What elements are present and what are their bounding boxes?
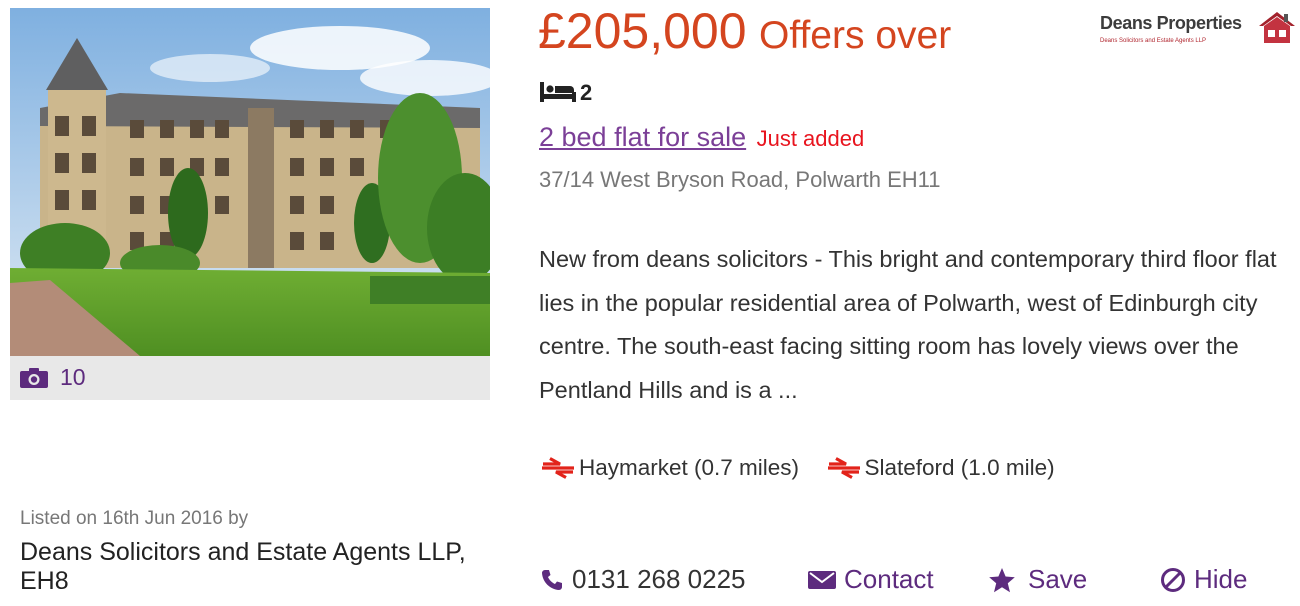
price-amount: £205,000 — [538, 3, 747, 59]
phone-number: 0131 268 0225 — [572, 564, 746, 594]
property-photo[interactable] — [10, 8, 490, 356]
national-rail-icon — [827, 457, 860, 479]
station-label: Slateford (1.0 mile) — [864, 455, 1055, 480]
phone-button[interactable]: 0131 268 0225 — [540, 564, 746, 595]
property-photo-illustration — [10, 8, 490, 356]
phone-icon — [542, 569, 562, 590]
nearby-stations: Haymarket (0.7 miles) Slateford (1.0 mil… — [540, 455, 1077, 484]
agent-logo[interactable]: Deans Properties Deans Solicitors and Es… — [1098, 10, 1298, 48]
star-icon — [989, 567, 1015, 592]
camera-icon — [20, 368, 48, 388]
hide-label: Hide — [1194, 564, 1248, 594]
price-row: £205,000 Offers over — [538, 2, 951, 60]
contact-button[interactable]: Contact — [808, 564, 934, 595]
listing-description: New from deans solicitors - This bright … — [539, 246, 1277, 403]
price-qualifier: Offers over — [759, 14, 952, 57]
station-item: Haymarket (0.7 miles) — [540, 455, 799, 481]
save-label: Save — [1028, 564, 1088, 594]
station-label: Haymarket (0.7 miles) — [579, 455, 800, 480]
bedroom-count: 2 — [580, 80, 593, 105]
save-button[interactable]: Save — [988, 564, 1087, 595]
photo-count-bar[interactable]: 10 — [10, 356, 490, 400]
house-logo-icon — [1259, 12, 1295, 43]
national-rail-icon — [542, 457, 574, 479]
agent-name: Deans Solicitors and Estate Agents LLP, … — [20, 538, 466, 595]
hide-button[interactable]: Hide — [1160, 564, 1247, 595]
hide-icon — [1161, 567, 1185, 592]
listed-on-text: Listed on 16th Jun 2016 by — [20, 508, 249, 529]
just-added-badge: Just added — [756, 126, 865, 151]
listing-address: 37/14 West Bryson Road, Polwarth EH11 — [539, 167, 941, 192]
contact-label: Contact — [844, 564, 934, 594]
bed-icon — [540, 82, 576, 102]
listing-title-row: 2 bed flat for sale Just added — [539, 122, 864, 153]
envelope-icon — [808, 570, 836, 589]
agent-logo-subtitle: Deans Solicitors and Estate Agents LLP — [1100, 38, 1207, 44]
photo-count: 10 — [60, 364, 86, 390]
listing-title-link[interactable]: 2 bed flat for sale — [539, 122, 746, 152]
agent-logo-name: Deans Properties — [1100, 13, 1242, 33]
station-item: Slateford (1.0 mile) — [826, 455, 1055, 481]
